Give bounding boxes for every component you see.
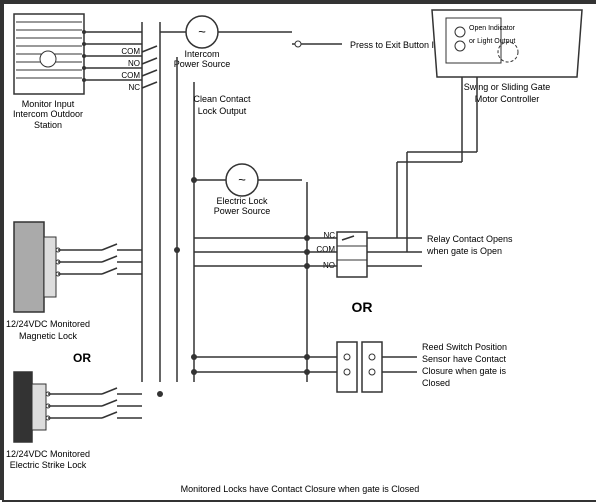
svg-text:Closed: Closed bbox=[422, 378, 450, 388]
svg-text:Electric Lock: Electric Lock bbox=[216, 196, 268, 206]
svg-text:~: ~ bbox=[238, 172, 246, 187]
svg-text:Relay Contact Opens: Relay Contact Opens bbox=[427, 234, 513, 244]
svg-text:Open Indicator: Open Indicator bbox=[469, 25, 516, 32]
svg-text:Monitor Input: Monitor Input bbox=[22, 99, 75, 109]
svg-text:OR: OR bbox=[352, 299, 373, 315]
svg-text:COM: COM bbox=[121, 47, 140, 56]
svg-text:Intercom Outdoor: Intercom Outdoor bbox=[13, 109, 83, 119]
svg-text:COM: COM bbox=[121, 71, 140, 80]
svg-text:Intercom: Intercom bbox=[184, 49, 219, 59]
svg-text:Clean Contact: Clean Contact bbox=[193, 94, 251, 104]
svg-text:Magnetic Lock: Magnetic Lock bbox=[19, 331, 78, 341]
svg-text:Closure when gate is: Closure when gate is bbox=[422, 366, 507, 376]
svg-text:~: ~ bbox=[198, 24, 206, 39]
svg-text:Power Source: Power Source bbox=[174, 59, 231, 69]
svg-text:Electric Strike Lock: Electric Strike Lock bbox=[10, 460, 87, 470]
svg-text:NC: NC bbox=[128, 83, 140, 92]
svg-text:Motor Controller: Motor Controller bbox=[475, 94, 540, 104]
svg-text:or Light Output: or Light Output bbox=[469, 38, 515, 45]
svg-text:Power Source: Power Source bbox=[214, 206, 271, 216]
svg-text:Station: Station bbox=[34, 120, 62, 130]
wiring-diagram: Monitor Input Intercom Outdoor Station ~… bbox=[0, 0, 596, 500]
svg-text:Reed Switch Position: Reed Switch Position bbox=[422, 342, 507, 352]
svg-text:12/24VDC Monitored: 12/24VDC Monitored bbox=[6, 319, 90, 329]
svg-text:Lock Output: Lock Output bbox=[198, 106, 247, 116]
svg-text:when gate is Open: when gate is Open bbox=[426, 246, 502, 256]
svg-text:NO: NO bbox=[128, 59, 140, 68]
svg-text:Monitored Locks have Contact C: Monitored Locks have Contact Closure whe… bbox=[181, 484, 420, 494]
svg-text:OR: OR bbox=[73, 351, 91, 365]
svg-text:Sensor have Contact: Sensor have Contact bbox=[422, 354, 507, 364]
svg-text:12/24VDC Monitored: 12/24VDC Monitored bbox=[6, 449, 90, 459]
